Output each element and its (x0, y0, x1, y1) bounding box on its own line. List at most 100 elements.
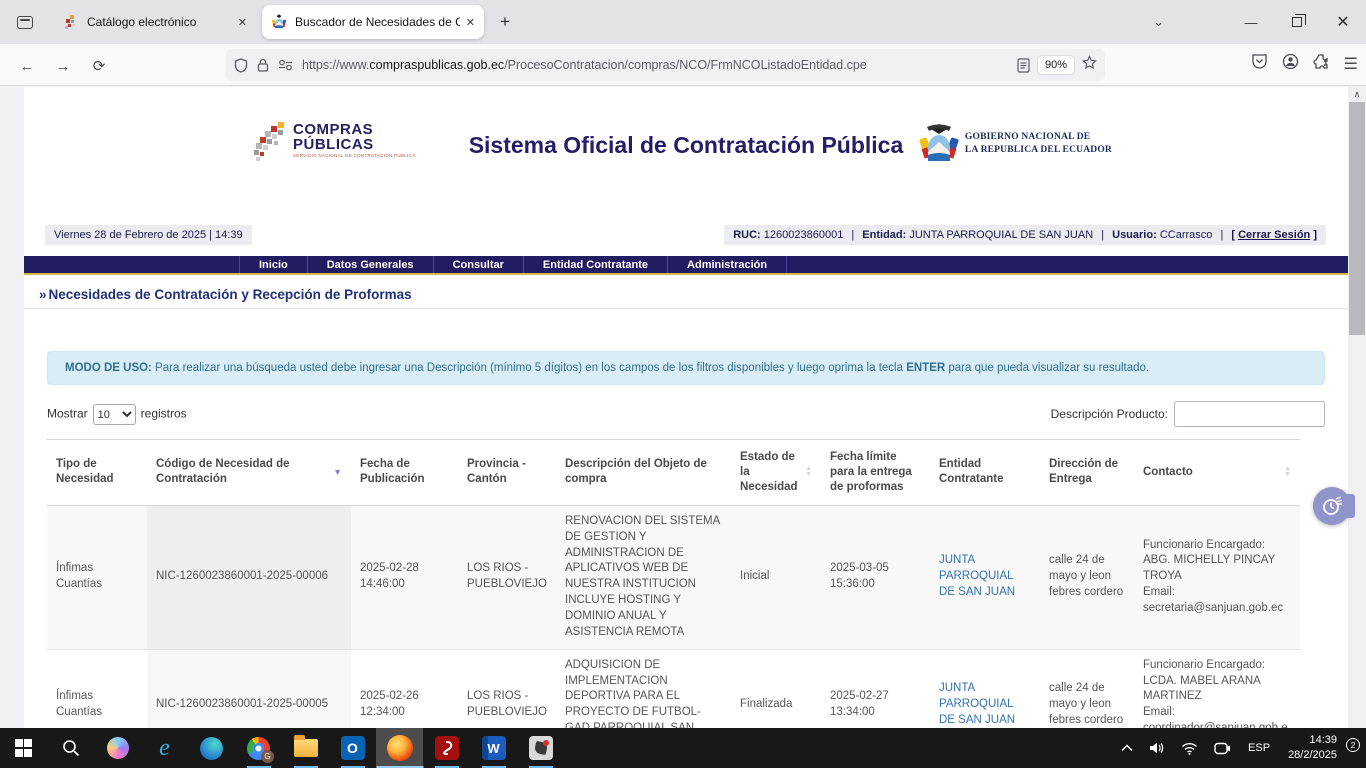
col-contacto[interactable]: Contacto▲▼ (1134, 440, 1300, 506)
ruc-label: RUC: (733, 229, 761, 241)
page-title-main: Sistema Oficial de Contratación Pública (24, 120, 1348, 159)
reload-button[interactable]: ⟳ (86, 53, 112, 79)
gov-text-line2: LA REPUBLICA DEL ECUADOR (965, 144, 1112, 157)
col-tipo-necesidad[interactable]: Tipo de Necesidad (47, 440, 147, 506)
logo-line1: COMPRAS (293, 122, 415, 137)
restore-button[interactable] (1274, 0, 1320, 44)
ecuador-crest-icon (919, 122, 959, 166)
search-button[interactable] (47, 728, 94, 768)
firefox-button[interactable] (376, 728, 423, 768)
logo-line2: PÚBLICAS (293, 137, 415, 152)
minimize-button[interactable]: — (1228, 0, 1274, 44)
col-descripcion-objeto[interactable]: Descripción del Objeto de compra (556, 440, 731, 506)
copilot-button[interactable] (94, 728, 141, 768)
edge-button[interactable] (188, 728, 235, 768)
menu-hamburger-icon[interactable]: ☰ (1344, 54, 1358, 74)
wifi-icon[interactable] (1181, 742, 1198, 755)
new-tab-button[interactable]: + (500, 12, 510, 32)
col-direccion-entrega[interactable]: Dirección de Entrega (1040, 440, 1134, 506)
word-icon: W (482, 736, 506, 760)
entidad-value: JUNTA PARROQUIAL DE SAN JUAN (909, 229, 1093, 241)
url-bar[interactable]: https://www.compraspublicas.gob.ec/Proce… (226, 49, 1105, 81)
tab-buscador[interactable]: Buscador de Necesidades de Co ✕ (262, 5, 484, 39)
cell-codigo: NIC-1260023860001-2025-00006 (147, 505, 351, 649)
notification-badge: 2 (1346, 738, 1360, 752)
acrobat-button[interactable] (423, 728, 470, 768)
ruc-value: 1260023860001 (764, 229, 844, 241)
tab-close-icon[interactable]: ✕ (238, 16, 247, 29)
col-estado-necesidad[interactable]: Estado de la Necesidad▲▼ (731, 440, 821, 506)
cell-fecha-limite: 2025-03-05 15:36:00 (821, 505, 930, 649)
zoom-level-chip[interactable]: 90% (1038, 56, 1074, 74)
list-tabs-chevron-icon[interactable]: ⌄ (1153, 14, 1164, 30)
usage-note: MODO DE USO: Para realizar una búsqueda … (47, 351, 1325, 385)
entidad-link[interactable]: JUNTA PARROQUIAL DE SAN JUAN (939, 554, 1015, 598)
cell-descripcion: RENOVACION DEL SISTEMA DE GESTION Y ADMI… (556, 505, 731, 649)
volume-icon[interactable] (1149, 741, 1165, 755)
compras-publicas-logo: COMPRAS PÚBLICAS SERVICIO NACIONAL DE CO… (254, 122, 415, 164)
outlook-button[interactable]: O (329, 728, 376, 768)
file-explorer-button[interactable] (282, 728, 329, 768)
close-button[interactable]: ✕ (1320, 0, 1366, 44)
cell-estado: Inicial (731, 505, 821, 649)
date-chip: Viernes 28 de Febrero de 2025 | 14:39 (45, 225, 252, 245)
table-row: Ínfimas Cuantías NIC-1260023860001-2025-… (47, 505, 1300, 649)
reader-mode-icon[interactable] (1017, 58, 1030, 73)
extensions-puzzle-icon[interactable] (1313, 53, 1330, 75)
meet-now-icon[interactable] (1214, 742, 1231, 755)
lock-icon[interactable] (257, 58, 269, 72)
scroll-up-arrow-icon[interactable]: ∧ (1348, 87, 1366, 102)
scrollbar-thumb[interactable] (1349, 102, 1365, 335)
nav-item-inicio[interactable]: Inicio (239, 256, 307, 273)
usuario-label: Usuario: (1112, 229, 1157, 241)
entidad-link[interactable]: JUNTA PARROQUIAL DE SAN JUAN (939, 682, 1015, 726)
system-tray: ESP 14:39 28/2/2025 2 (1113, 728, 1366, 768)
clock[interactable]: 14:39 28/2/2025 (1288, 733, 1337, 763)
col-codigo-necesidad[interactable]: Código de Necesidad de Contratación▼ (147, 440, 351, 506)
logo-tagline: SERVICIO NACIONAL DE CONTRATACIÓN PÚBLIC… (293, 154, 415, 159)
page-content: COMPRAS PÚBLICAS SERVICIO NACIONAL DE CO… (24, 87, 1348, 768)
bookmark-star-icon[interactable] (1082, 55, 1097, 75)
java-app-button[interactable] (517, 728, 564, 768)
col-entidad-contratante[interactable]: Entidad Contratante (930, 440, 1040, 506)
start-button[interactable] (0, 728, 47, 768)
pocket-icon[interactable] (1251, 53, 1268, 75)
forward-button[interactable]: → (50, 53, 76, 79)
product-filter: Descripción Producto: (1051, 401, 1325, 427)
vertical-scrollbar[interactable]: ∧ (1348, 87, 1366, 768)
ecuador-crest-favicon-icon (271, 14, 287, 30)
logout-link[interactable]: Cerrar Sesión (1238, 229, 1310, 241)
floating-timer-widget[interactable] (1313, 487, 1351, 525)
language-indicator[interactable]: ESP (1248, 742, 1270, 754)
internet-explorer-button[interactable]: e (141, 728, 188, 768)
tab-catalogo[interactable]: Catálogo electrónico ✕ (54, 5, 256, 39)
account-icon[interactable] (1282, 53, 1299, 75)
sort-desc-icon: ▼ (333, 467, 342, 479)
col-provincia-canton[interactable]: Provincia - Cantón (458, 440, 556, 506)
tab-close-icon[interactable]: ✕ (466, 16, 475, 29)
chrome-button[interactable]: G (235, 728, 282, 768)
nav-item-administracion[interactable]: Administración (667, 256, 787, 273)
col-fecha-publicacion[interactable]: Fecha de Publicación (351, 440, 458, 506)
shield-icon[interactable] (234, 58, 248, 73)
firefox-view-button[interactable] (10, 7, 40, 37)
permissions-icon[interactable] (278, 59, 293, 71)
col-fecha-limite[interactable]: Fecha límite para la entrega de proforma… (821, 440, 930, 506)
cell-fecha-publicacion: 2025-02-28 14:46:00 (351, 505, 458, 649)
usage-note-label: MODO DE USO: (65, 362, 152, 374)
file-explorer-icon (294, 739, 318, 757)
back-button[interactable]: ← (14, 53, 40, 79)
word-button[interactable]: W (470, 728, 517, 768)
nav-item-entidad-contratante[interactable]: Entidad Contratante (523, 256, 667, 273)
entidad-label: Entidad: (862, 229, 906, 241)
descripcion-producto-input[interactable] (1174, 401, 1325, 427)
outlook-icon: O (341, 736, 365, 760)
url-text[interactable]: https://www.compraspublicas.gob.ec/Proce… (302, 58, 1017, 72)
tab-strip: Catálogo electrónico ✕ Buscador de Neces… (0, 0, 1366, 44)
tray-chevron-up-icon[interactable] (1121, 744, 1133, 752)
nav-item-datos-generales[interactable]: Datos Generales (307, 256, 433, 273)
internet-explorer-icon: e (159, 735, 170, 762)
nav-item-consultar[interactable]: Consultar (433, 256, 523, 273)
records-per-page-select[interactable]: 10 (93, 404, 136, 425)
section-title: »Necesidades de Contratación y Recepción… (24, 275, 1348, 309)
